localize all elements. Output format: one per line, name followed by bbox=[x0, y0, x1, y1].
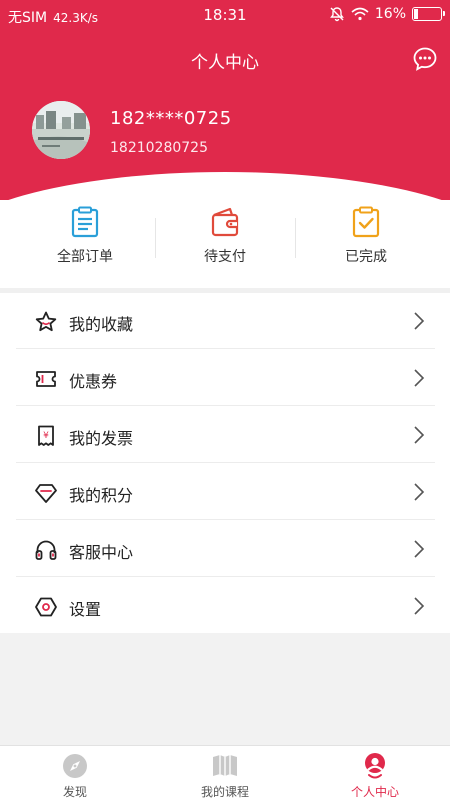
order-completed-label: 已完成 bbox=[345, 249, 387, 265]
settings-icon bbox=[35, 597, 57, 617]
tab-my-courses[interactable]: 我的课程 bbox=[150, 752, 300, 800]
clipboard-icon bbox=[71, 206, 99, 238]
avatar-image bbox=[32, 101, 90, 159]
chevron-right-icon bbox=[414, 540, 425, 558]
order-all-label: 全部订单 bbox=[57, 249, 113, 265]
svg-text:¥: ¥ bbox=[43, 431, 49, 441]
diamond-icon bbox=[35, 484, 57, 503]
book-icon bbox=[213, 755, 237, 776]
order-shortcuts: 全部订单 待支付 已完成 bbox=[0, 200, 450, 288]
wifi-icon bbox=[351, 7, 369, 21]
page-title: 个人中心 bbox=[191, 53, 259, 73]
user-phone: 18210280725 bbox=[110, 140, 208, 156]
compass-icon bbox=[63, 754, 87, 778]
order-all-button[interactable]: 全部订单 bbox=[10, 206, 160, 282]
status-bar: 无SIM 42.3K/s 18:31 16% bbox=[0, 0, 450, 32]
battery-percent: 16% bbox=[374, 6, 406, 22]
battery-icon bbox=[412, 7, 445, 21]
menu-item-label: 客服中心 bbox=[69, 543, 134, 562]
tab-label: 发现 bbox=[62, 785, 87, 799]
chevron-right-icon bbox=[414, 426, 425, 444]
menu-item-coupons[interactable]: 优惠券 bbox=[16, 350, 435, 406]
mute-bell-icon bbox=[329, 7, 344, 22]
menu-item-label: 我的积分 bbox=[69, 486, 134, 505]
menu-item-support[interactable]: 客服中心 bbox=[16, 521, 435, 577]
tab-profile[interactable]: 个人中心 bbox=[300, 752, 450, 800]
person-icon bbox=[365, 753, 385, 779]
user-name: 182****0725 bbox=[110, 108, 232, 129]
tab-label: 个人中心 bbox=[350, 785, 399, 799]
invoice-icon: ¥ bbox=[38, 425, 54, 446]
bottom-tab-bar: 发现 我的课程 个人中心 bbox=[0, 745, 450, 800]
menu-item-label: 我的发票 bbox=[69, 429, 134, 448]
chevron-right-icon bbox=[414, 597, 425, 615]
menu-item-favorites[interactable]: 我的收藏 bbox=[16, 293, 435, 349]
menu-list: 我的收藏 优惠券 ¥ 我的发票 我的积分 客服中心 设置 bbox=[0, 293, 450, 633]
star-icon bbox=[35, 311, 57, 332]
chat-bubble-icon[interactable] bbox=[412, 46, 438, 72]
clipboard-check-icon bbox=[352, 206, 380, 238]
order-unpaid-button[interactable]: 待支付 bbox=[150, 206, 300, 282]
wallet-icon bbox=[211, 207, 239, 237]
menu-item-points[interactable]: 我的积分 bbox=[16, 464, 435, 520]
order-unpaid-label: 待支付 bbox=[204, 249, 246, 265]
menu-item-label: 优惠券 bbox=[69, 372, 118, 391]
order-completed-button[interactable]: 已完成 bbox=[291, 206, 441, 282]
coupon-icon bbox=[36, 371, 56, 387]
menu-item-label: 我的收藏 bbox=[69, 315, 134, 334]
headset-icon bbox=[35, 540, 57, 560]
menu-item-settings[interactable]: 设置 bbox=[16, 578, 435, 634]
tab-discover[interactable]: 发现 bbox=[0, 752, 150, 800]
chevron-right-icon bbox=[414, 483, 425, 501]
avatar[interactable] bbox=[32, 101, 90, 159]
status-right: 16% bbox=[329, 6, 445, 22]
menu-item-label: 设置 bbox=[69, 600, 102, 619]
chevron-right-icon bbox=[414, 312, 425, 330]
tab-label: 我的课程 bbox=[200, 785, 249, 799]
header-curve bbox=[0, 172, 450, 200]
menu-item-invoices[interactable]: ¥ 我的发票 bbox=[16, 407, 435, 463]
chevron-right-icon bbox=[414, 369, 425, 387]
